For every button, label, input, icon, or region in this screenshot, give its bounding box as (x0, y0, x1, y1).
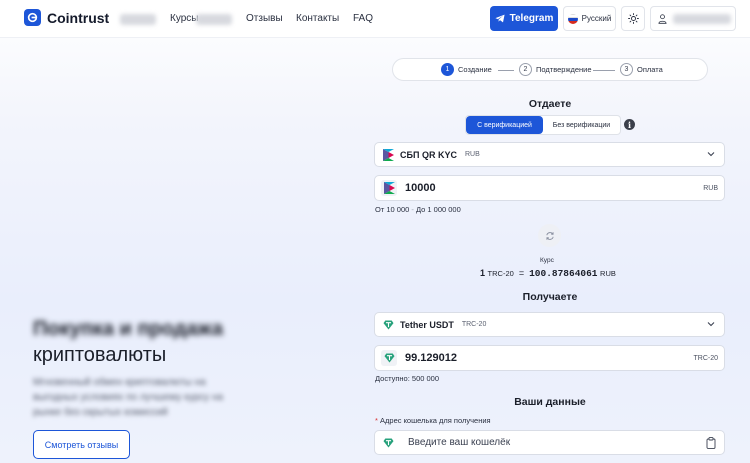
step-number: 2 (519, 63, 532, 76)
nav-item-reviews[interactable]: Отзывы (246, 13, 283, 24)
step-confirmation: 2 Подтверждение (519, 63, 592, 76)
tether-icon (383, 437, 394, 448)
limit-max: До 1 000 000 (415, 205, 461, 214)
available-amount: Доступно: 500 000 (375, 374, 440, 383)
swap-button[interactable] (538, 224, 561, 247)
step-create: 1 Создание (441, 63, 492, 76)
rate-right-currency: RUB (600, 269, 616, 278)
receive-coin-network: TRC-20 (461, 321, 487, 328)
hero-title-blurred: Покупка и продажа (33, 318, 223, 340)
limit-separator: - (411, 205, 414, 214)
step-number: 3 (620, 63, 633, 76)
your-data-section-title: Ваши данные (514, 396, 586, 408)
receive-amount-value: 99.129012 (405, 352, 457, 364)
give-amount-currency: RUB (703, 185, 718, 192)
step-connector (593, 70, 615, 71)
cointrust-logo-icon (24, 9, 41, 26)
receive-section-title: Получаете (522, 291, 578, 303)
hero-title: криптовалюты (33, 344, 167, 366)
rate-left-number: 1 (480, 268, 486, 278)
receive-coin-name: Tether USDT (400, 319, 454, 330)
theme-toggle-button[interactable] (621, 6, 645, 31)
nav-item-rates[interactable]: Курсы (170, 13, 198, 24)
nav-item-blurred[interactable] (120, 14, 156, 25)
hero-description-blurred: рынке без скрытых комиссий (33, 407, 168, 418)
progress-stepper: 1 Создание 2 Подтверждение 3 Оплата (392, 58, 708, 81)
without-verification-option[interactable]: Без верификации (543, 116, 620, 134)
payment-method-name: СБП QR KYC (400, 149, 457, 160)
logo-text: Cointrust (47, 9, 110, 26)
clipboard-icon[interactable] (706, 437, 716, 449)
sbp-icon (383, 148, 394, 161)
language-selector[interactable]: Русский (563, 6, 616, 31)
payment-method-currency: RUB (464, 151, 480, 158)
view-reviews-button[interactable]: Смотреть отзывы (33, 430, 130, 459)
top-header: Cointrust Курсы Отзывы Контакты FAQ Tele… (0, 0, 750, 38)
tether-icon (381, 350, 397, 366)
chevron-down-icon (707, 322, 715, 327)
give-limits: От 10 000 - До 1 000 000 (375, 205, 461, 214)
receive-amount-currency: TRC-20 (693, 355, 718, 362)
step-payment: 3 Оплата (620, 63, 663, 76)
sun-icon (627, 13, 639, 24)
step-label: Создание (458, 65, 492, 74)
nav-item-contacts[interactable]: Контакты (296, 13, 339, 24)
step-connector (498, 70, 514, 71)
account-name-blurred (673, 13, 731, 24)
receive-coin-select[interactable]: Tether USDT TRC-20 (374, 312, 725, 337)
verification-toggle: С верификацией Без верификации (465, 115, 621, 135)
account-button[interactable] (650, 6, 736, 31)
step-number: 1 (441, 63, 454, 76)
rate-equals: = (518, 268, 525, 278)
hero-description-blurred: выгодных условиях по лучшему курсу на (33, 392, 224, 403)
payment-method-select[interactable]: СБП QR KYC RUB (374, 142, 725, 167)
tether-icon (383, 319, 394, 330)
wallet-address-input[interactable]: Введите ваш кошелёк (374, 430, 725, 455)
rate-left-currency: TRC-20 (487, 269, 514, 278)
telegram-button[interactable]: Telegram (490, 6, 558, 31)
give-amount-input[interactable]: 10000 RUB (374, 175, 725, 201)
with-verification-option[interactable]: С верификацией (466, 116, 543, 134)
receive-amount-input[interactable]: 99.129012 TRC-20 (374, 345, 725, 371)
telegram-label: Telegram (509, 13, 554, 24)
nav-item-faq[interactable]: FAQ (353, 13, 373, 24)
give-section-title: Отдаете (528, 98, 572, 110)
nav-item-blurred[interactable] (196, 14, 232, 25)
step-label: Оплата (637, 65, 663, 74)
language-label: Русский (581, 14, 612, 23)
sbp-icon (381, 180, 397, 196)
limit-min: От 10 000 (375, 205, 410, 214)
chevron-down-icon (707, 152, 715, 157)
rate-label: Курс (540, 257, 554, 264)
logo[interactable]: Cointrust (24, 9, 109, 26)
required-marker: * (375, 416, 378, 425)
wallet-address-label-text: Адрес кошелька для получения (380, 416, 491, 425)
wallet-address-label: * Адрес кошелька для получения (375, 416, 491, 425)
rate-right-number: 100.87864061 (529, 268, 598, 279)
hero-description-blurred: Мгновенный обмен криптовалюты на (33, 377, 206, 388)
info-icon[interactable]: i (624, 119, 635, 130)
telegram-icon (495, 14, 505, 23)
refresh-icon (545, 231, 554, 240)
user-icon (658, 13, 667, 24)
russian-flag-icon (567, 13, 578, 24)
step-label: Подтверждение (536, 65, 592, 74)
give-amount-value: 10000 (405, 182, 436, 194)
rate-value: 1 TRC-20 = 100.87864061 RUB (480, 268, 616, 279)
wallet-address-placeholder: Введите ваш кошелёк (408, 437, 511, 448)
